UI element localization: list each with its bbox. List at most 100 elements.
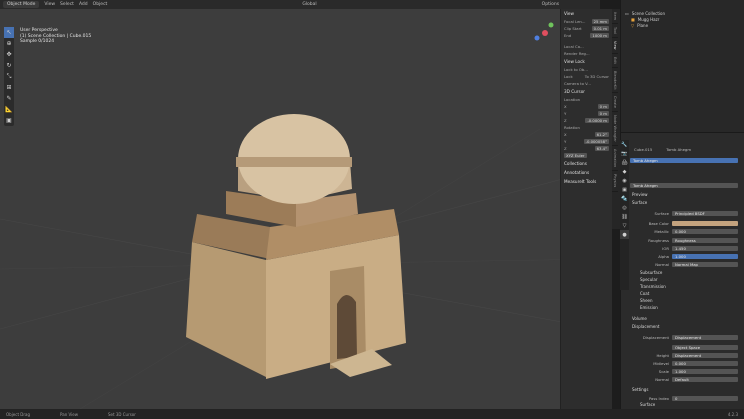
- loc-y-field[interactable]: 0 m: [597, 111, 609, 116]
- world-icon[interactable]: ◉: [620, 176, 629, 185]
- annotate-tool-icon[interactable]: ✎: [4, 93, 14, 104]
- surface-header[interactable]: Surface: [632, 200, 647, 205]
- scale-tool-icon[interactable]: ⤡: [4, 71, 14, 82]
- tab-animation[interactable]: Animation: [612, 146, 618, 172]
- menu-object[interactable]: Object: [93, 2, 108, 7]
- rot-z-field[interactable]: 63.4°: [594, 146, 609, 151]
- outliner-item-plane[interactable]: Plane: [637, 23, 648, 28]
- view-lock-header[interactable]: View Lock: [561, 57, 612, 66]
- render-region-toggle[interactable]: Render Reg...: [564, 51, 590, 56]
- clip-start-field[interactable]: 0.01 m: [591, 26, 609, 31]
- surface-shader-field[interactable]: Principled BSDF: [672, 210, 738, 216]
- settings-surface-header[interactable]: Surface: [640, 402, 655, 407]
- tab-item[interactable]: Item: [612, 9, 618, 25]
- mesh-icon: ▽: [631, 22, 635, 28]
- cursor-tool-icon[interactable]: ⊕: [4, 38, 14, 49]
- subsurface-header[interactable]: Subsurface: [640, 270, 662, 275]
- pass-index-field[interactable]: 0: [672, 395, 738, 401]
- midlevel-field[interactable]: 0.000: [672, 360, 738, 366]
- to-3d-cursor-toggle[interactable]: To 3D Cursor: [585, 74, 609, 79]
- transmission-header[interactable]: Transmission: [640, 284, 666, 289]
- measureit-header[interactable]: MeasureIt Tools: [561, 177, 612, 186]
- metallic-label: Metallic: [654, 228, 669, 234]
- mode-selector[interactable]: Object Mode: [3, 1, 40, 8]
- physics-icon[interactable]: ◎: [620, 203, 629, 212]
- tab-edit[interactable]: Edit: [612, 54, 618, 68]
- scene-collection[interactable]: Scene Collection: [632, 11, 665, 16]
- measure-tool-icon[interactable]: 📐: [4, 104, 14, 115]
- move-tool-icon[interactable]: ✥: [4, 49, 14, 60]
- ior-field[interactable]: 1.450: [672, 245, 738, 251]
- material-slot[interactable]: Tomb Ahegm: [630, 157, 738, 163]
- disp-normal-field[interactable]: Default: [672, 376, 738, 382]
- scale-field[interactable]: 1.000: [672, 368, 738, 374]
- transform-orientation[interactable]: Global: [302, 2, 316, 7]
- output-icon[interactable]: 🖨: [620, 158, 629, 167]
- space-field[interactable]: Object Space: [672, 344, 738, 350]
- view-header[interactable]: View: [561, 9, 612, 18]
- menu-view[interactable]: View: [44, 2, 55, 7]
- navigation-gizmo[interactable]: [533, 21, 557, 45]
- metallic-field[interactable]: 0.000: [672, 228, 738, 234]
- tab-blenderkit[interactable]: BlenderKit: [612, 68, 618, 94]
- constraint-icon[interactable]: ⛓: [620, 212, 629, 221]
- displacement-header[interactable]: Displacement: [632, 324, 660, 329]
- options-button[interactable]: Options: [542, 2, 559, 7]
- properties-tabs: 🔧 📷 🖨 ◆ ◉ ▣ 🔩 ◎ ⛓ ▽ ●: [620, 140, 629, 290]
- data-icon[interactable]: ▽: [620, 221, 629, 230]
- loc-x-field[interactable]: 0 m: [597, 104, 609, 109]
- loc-z-field[interactable]: -0.0000 m: [585, 118, 609, 123]
- 3d-cursor-header[interactable]: 3D Cursor: [561, 87, 612, 96]
- tab-tool[interactable]: Tool: [612, 24, 618, 39]
- tab-node-wrangler[interactable]: Node Wrangler: [612, 112, 618, 147]
- outliner: ▭ Scene Collection ■ Mugg Hazr ▽ Plane: [620, 0, 744, 132]
- transform-tool-icon[interactable]: ⊞: [4, 82, 14, 93]
- tab-create[interactable]: Create: [612, 93, 618, 113]
- settings-header[interactable]: Settings: [632, 387, 648, 392]
- tool-icon[interactable]: 🔧: [620, 140, 629, 149]
- ior-label: IOR: [662, 245, 669, 251]
- coat-header[interactable]: Coat: [640, 291, 649, 296]
- object-icon[interactable]: ▣: [620, 185, 629, 194]
- select-tool-icon[interactable]: ↖: [4, 27, 14, 38]
- tab-view[interactable]: View: [612, 38, 618, 54]
- base-color-swatch[interactable]: [672, 220, 738, 226]
- material-slot-item[interactable]: Tomb Ahegm: [630, 157, 738, 163]
- volume-header[interactable]: Volume: [632, 316, 647, 321]
- collections-header[interactable]: Collections: [561, 159, 612, 168]
- add-cube-tool-icon[interactable]: ▣: [4, 115, 14, 126]
- pass-index-label: Pass Index: [648, 395, 669, 401]
- camera-to-view-toggle[interactable]: Camera to V...: [564, 81, 591, 86]
- sheen-header[interactable]: Sheen: [640, 298, 653, 303]
- height-field[interactable]: Displacement: [672, 352, 738, 358]
- normal-field[interactable]: Normal Map: [672, 261, 738, 267]
- rotation-mode-select[interactable]: XYZ Euler: [564, 153, 587, 158]
- rotate-tool-icon[interactable]: ↻: [4, 60, 14, 71]
- rot-x-field[interactable]: 61.2°: [594, 132, 609, 137]
- alpha-field[interactable]: 1.000: [672, 253, 738, 259]
- render-icon[interactable]: 📷: [620, 149, 629, 158]
- focal-field[interactable]: 25 mm: [591, 19, 609, 24]
- clip-end-field[interactable]: 1000 m: [590, 33, 609, 38]
- menu-select[interactable]: Select: [60, 2, 74, 7]
- rot-y-field[interactable]: -0.000058°: [583, 139, 609, 144]
- emission-header[interactable]: Emission: [640, 305, 658, 310]
- scale-label: Scale: [658, 368, 669, 374]
- scene-icon[interactable]: ◆: [620, 167, 629, 176]
- surface-label: Surface: [654, 210, 669, 216]
- preview-header[interactable]: Preview: [632, 192, 648, 197]
- menu-add[interactable]: Add: [79, 2, 88, 7]
- material-selector[interactable]: Tomb Ahegm: [630, 182, 738, 188]
- 3d-viewport[interactable]: User Perspective (1) Scene Collection | …: [0, 9, 600, 409]
- outliner-item-mugg[interactable]: Mugg Hazr: [638, 17, 660, 22]
- tab-physics[interactable]: Physics: [612, 171, 618, 192]
- material-select-field[interactable]: Tomb Ahegm: [630, 182, 738, 188]
- roughness-field[interactable]: Roughness: [672, 237, 738, 243]
- alpha-label: Alpha: [658, 253, 669, 259]
- base-color-label: Base Color: [648, 220, 669, 226]
- annotations-header[interactable]: Annotations: [561, 168, 612, 177]
- specular-header[interactable]: Specular: [640, 277, 657, 282]
- material-icon[interactable]: ●: [620, 230, 629, 239]
- modifier-icon[interactable]: 🔩: [620, 194, 629, 203]
- displacement-field[interactable]: Displacement: [672, 334, 738, 340]
